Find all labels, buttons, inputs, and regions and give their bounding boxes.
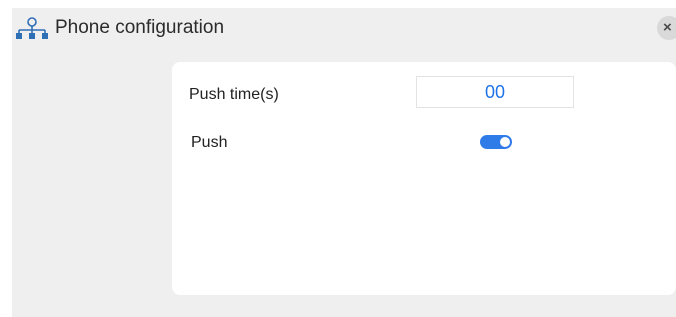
push-time-label: Push time(s) bbox=[189, 86, 279, 103]
close-button[interactable]: × bbox=[657, 16, 676, 40]
toggle-knob bbox=[500, 137, 510, 147]
settings-panel: Push time(s) Push bbox=[172, 62, 676, 295]
dialog-title: Phone configuration bbox=[55, 17, 225, 38]
network-icon bbox=[16, 17, 48, 39]
push-time-input[interactable] bbox=[416, 76, 574, 108]
close-icon: × bbox=[663, 19, 672, 36]
phone-configuration-dialog: Phone configuration × Push time(s) Push bbox=[12, 8, 676, 317]
push-toggle[interactable] bbox=[480, 135, 512, 149]
dialog-header: Phone configuration × bbox=[12, 8, 676, 48]
push-label: Push bbox=[191, 134, 228, 151]
